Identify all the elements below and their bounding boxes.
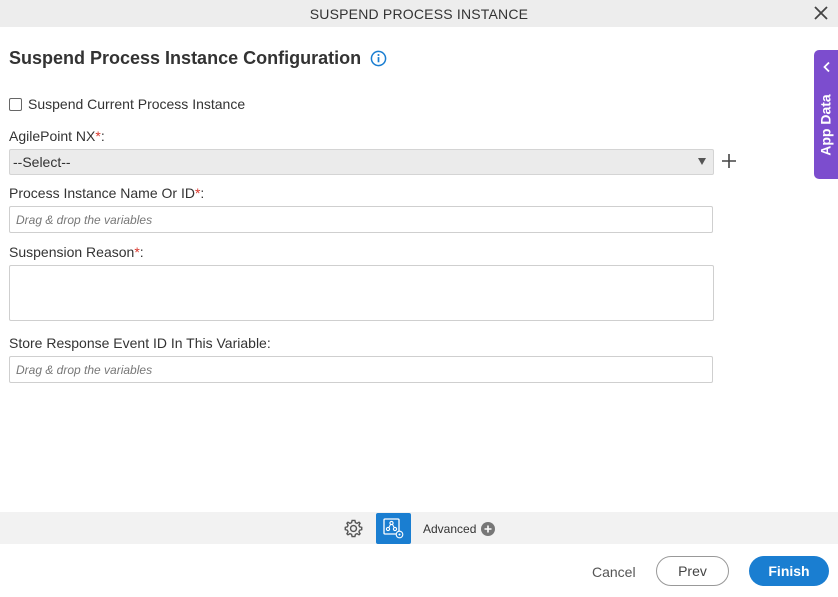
process-instance-input[interactable]: Drag & drop the variables (9, 206, 713, 233)
dialog-title-bar: SUSPEND PROCESS INSTANCE (0, 0, 838, 27)
plus-icon[interactable] (721, 153, 737, 169)
label-colon: : (100, 128, 105, 144)
suspend-current-option[interactable]: Suspend Current Process Instance (9, 96, 245, 112)
page-heading: Suspend Process Instance Configuration (9, 48, 387, 69)
response-event-input[interactable]: Drag & drop the variables (9, 356, 713, 383)
reason-label: Suspension Reason*: (9, 244, 144, 260)
instance-label-text: Process Instance Name Or ID (9, 185, 195, 201)
agilepoint-select-value: --Select-- (13, 154, 71, 170)
process-flow-icon (383, 518, 404, 539)
prev-button[interactable]: Prev (656, 556, 729, 586)
page-title: Suspend Process Instance Configuration (9, 48, 362, 68)
response-event-placeholder: Drag & drop the variables (16, 362, 153, 377)
bottom-toolbar: Advanced (0, 512, 838, 544)
chevron-left-icon (823, 61, 830, 73)
process-flow-button[interactable] (376, 513, 411, 544)
advanced-toggle[interactable]: Advanced (423, 522, 496, 536)
label-colon: : (200, 185, 205, 201)
dialog-title: SUSPEND PROCESS INSTANCE (309, 5, 529, 22)
app-data-label: App Data (818, 94, 835, 156)
suspend-current-label: Suspend Current Process Instance (28, 96, 246, 112)
agilepoint-label: AgilePoint NX*: (9, 128, 105, 144)
close-icon[interactable] (812, 4, 830, 22)
agilepoint-select[interactable]: --Select-- (9, 149, 714, 175)
gear-icon[interactable] (343, 518, 364, 539)
advanced-label: Advanced (423, 522, 477, 536)
dropdown-caret-icon (698, 158, 706, 165)
app-data-tab[interactable]: App Data (814, 50, 838, 179)
info-icon[interactable] (370, 50, 387, 67)
agilepoint-label-text: AgilePoint NX (9, 128, 96, 144)
response-label: Store Response Event ID In This Variable… (9, 335, 271, 351)
process-instance-placeholder: Drag & drop the variables (16, 212, 153, 227)
cancel-button[interactable]: Cancel (592, 564, 636, 580)
finish-button[interactable]: Finish (749, 556, 829, 586)
add-circle-icon (481, 522, 496, 536)
label-colon: : (139, 244, 144, 260)
instance-label: Process Instance Name Or ID*: (9, 185, 204, 201)
suspension-reason-textarea[interactable] (9, 265, 714, 321)
reason-label-text: Suspension Reason (9, 244, 135, 260)
suspend-current-checkbox[interactable] (9, 97, 22, 111)
